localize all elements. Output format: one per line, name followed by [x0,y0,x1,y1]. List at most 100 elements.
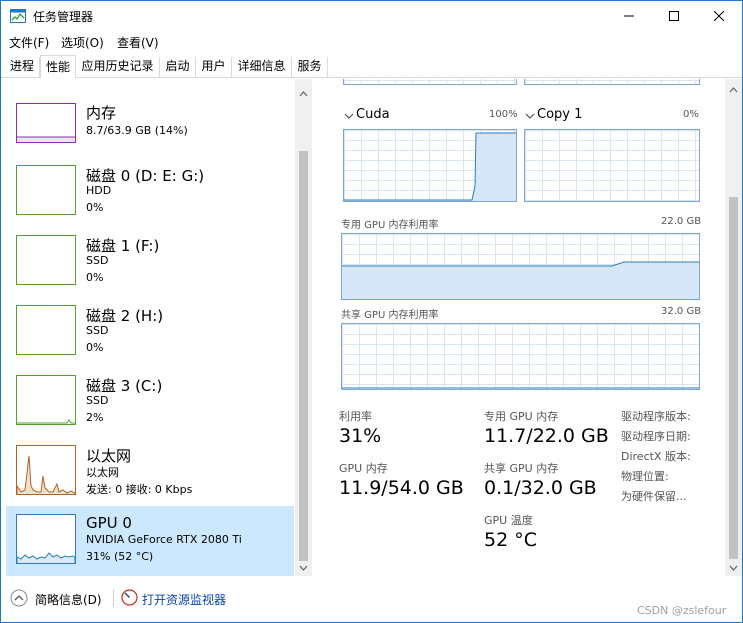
driver-version-label: 驱动程序版本: [621,410,691,423]
close-button[interactable] [696,1,742,31]
disk-3-graph [17,419,75,424]
minimize-button[interactable] [606,1,652,31]
resource-usage: 2% [86,411,104,424]
tab-users[interactable]: 用户 [196,57,232,78]
resource-name: 内存 [86,104,117,122]
ethernet-graph [17,455,75,494]
gpu-mem-value: 11.9/54.0 GB [339,477,464,499]
resource-adapter: 以太网 [86,466,119,479]
minimize-icon [624,15,634,17]
resource-name: 磁盘 3 (C:) [86,377,163,395]
gpu-0-thumbnail [16,514,76,564]
scroll-down-icon [299,565,308,571]
resource-monitor-icon [121,589,138,606]
resource-disk-2[interactable]: 磁盘 2 (H:) SSD 0% [6,300,294,369]
gpu-mem-label: GPU 内存 [339,462,388,475]
resource-type: SSD [86,254,109,267]
gpu-0-graph [17,552,75,563]
gpu-temp-value: 52 °C [484,529,537,551]
maximize-button[interactable] [651,1,697,31]
title-bar: 任务管理器 [1,1,742,31]
tab-startup[interactable]: 启动 [160,57,196,78]
resource-model: NVIDIA GeForce RTX 2080 Ti [86,533,242,546]
scroll-thumb[interactable] [299,151,308,561]
resource-list-scrollbar[interactable] [295,79,312,576]
copy1-engine-graph [524,129,700,202]
resource-disk-0[interactable]: 磁盘 0 (D: E: G:) HDD 0% [6,160,294,229]
resource-gpu-0[interactable]: GPU 0 NVIDIA GeForce RTX 2080 Ti 31% (52… [6,506,294,576]
dedicated-memory-graph [341,233,700,300]
task-manager-icon [10,9,26,23]
dedicated-memory-line [342,261,699,299]
hardware-reserved-label: 为硬件保留... [621,490,687,503]
resource-type: SSD [86,394,109,407]
chevron-up-circle-icon[interactable] [10,589,28,607]
detail-scrollbar[interactable] [725,79,742,576]
resource-name: 磁盘 1 (F:) [86,237,160,255]
engine-graph-top-left [343,79,517,85]
memory-thumbnail [16,103,76,143]
open-resource-monitor-link[interactable]: 打开资源监视器 [142,591,226,608]
tab-processes[interactable]: 进程 [5,57,40,78]
resource-usage: 0% [86,341,104,354]
disk-0-thumbnail [16,165,76,215]
gpu-detail-pane: Cuda 100% Copy 1 0% 专用 GPU 内存利用率 22.0 GB… [313,79,742,576]
scroll-down-icon [729,565,738,571]
disk-2-thumbnail [16,305,76,355]
tab-bar: 进程 性能 应用历史记录 启动 用户 详细信息 服务 [1,54,742,79]
utilization-label: 利用率 [339,410,372,423]
tab-details[interactable]: 详细信息 [232,57,292,78]
directx-version-label: DirectX 版本: [621,450,691,463]
resource-usage: 0% [86,271,104,284]
physical-location-label: 物理位置: [621,470,669,483]
task-manager-window: 任务管理器 文件(F) 选项(O) 查看(V) 进程 性能 应用历史记录 启动 … [0,0,743,623]
shared-mem-value: 0.1/32.0 GB [484,477,597,499]
shared-memory-graph [341,323,700,390]
chevron-down-icon[interactable] [525,112,535,120]
tab-app-history[interactable]: 应用历史记录 [76,57,160,78]
watermark: CSDN @zslefour [637,604,727,617]
memory-graph [17,136,75,142]
engine-name-cuda: Cuda [356,107,390,122]
tab-performance[interactable]: 性能 [40,55,76,79]
resource-disk-3[interactable]: 磁盘 3 (C:) SSD 2% [6,370,294,439]
engine-max-copy1: 0% [683,109,699,120]
resource-usage: 0% [86,201,104,214]
disk-1-thumbnail [16,235,76,285]
utilization-value: 31% [339,425,382,447]
resource-usage: 31% (52 °C) [86,550,154,563]
ethernet-thumbnail [16,445,76,495]
tab-services[interactable]: 服务 [292,57,328,78]
dedicated-memory-max: 22.0 GB [661,216,702,227]
shared-memory-line [342,387,699,389]
resource-detail: 8.7/63.9 GB (14%) [86,124,188,137]
engine-max-cuda: 100% [489,109,518,120]
brief-info-link[interactable]: 简略信息(D) [35,591,102,608]
scroll-thumb[interactable] [729,197,738,559]
menu-options[interactable]: 选项(O) [61,34,104,51]
menu-file[interactable]: 文件(F) [9,34,49,51]
shared-memory-max: 32.0 GB [661,306,702,317]
shared-memory-label: 共享 GPU 内存利用率 [341,310,439,321]
dedicated-mem-label: 专用 GPU 内存 [484,410,559,423]
resource-disk-1[interactable]: 磁盘 1 (F:) SSD 0% [6,230,294,299]
window-title: 任务管理器 [33,10,94,24]
resource-memory[interactable]: 内存 8.7/63.9 GB (14%) [6,97,294,166]
scroll-up-icon [299,91,308,97]
status-bar: 简略信息(D) 打开资源监视器 CSDN @zslefour [1,577,742,622]
resource-type: SSD [86,324,109,337]
menu-bar: 文件(F) 选项(O) 查看(V) [1,31,742,53]
gpu-temp-label: GPU 温度 [484,514,533,527]
resource-ethernet[interactable]: 以太网 以太网 发送: 0 接收: 0 Kbps [6,440,294,509]
cuda-usage-line [344,132,516,201]
resource-list: 内存 8.7/63.9 GB (14%) 磁盘 0 (D: E: G:) HDD… [1,79,313,576]
dedicated-mem-value: 11.7/22.0 GB [484,425,609,447]
menu-view[interactable]: 查看(V) [117,34,159,51]
resource-throughput: 发送: 0 接收: 0 Kbps [86,483,193,496]
resource-name: GPU 0 [86,514,132,532]
resource-name: 磁盘 0 (D: E: G:) [86,167,205,185]
resource-type: HDD [86,184,112,197]
cuda-engine-graph [343,129,517,202]
disk-3-thumbnail [16,375,76,425]
chevron-down-icon[interactable] [344,112,354,120]
